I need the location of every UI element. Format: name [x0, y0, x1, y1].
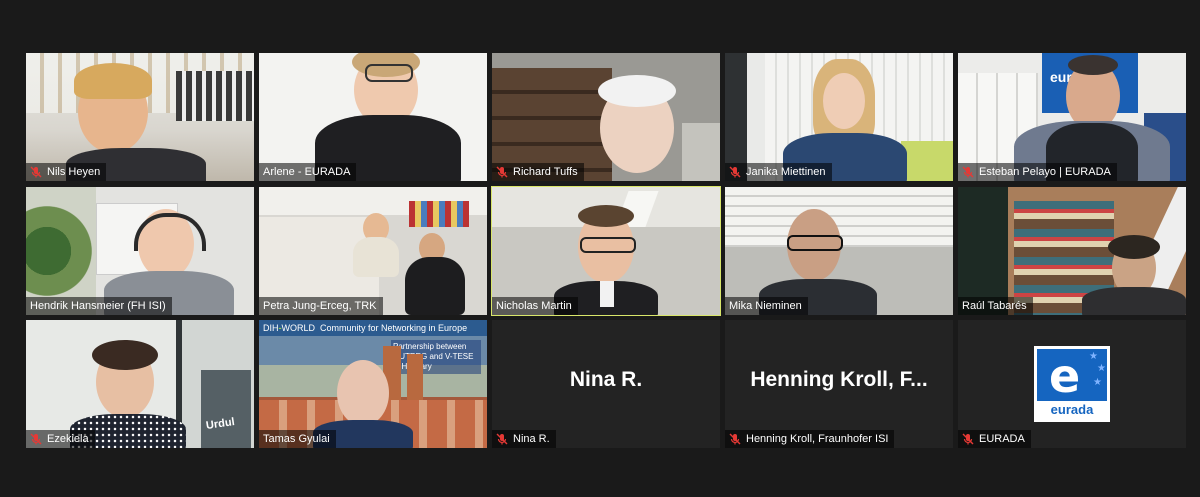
participant-name-label: Ezekiela	[26, 430, 95, 448]
eurada-logo: e ★ ★ ★ eurada	[1034, 346, 1110, 422]
video-tile-richard-tuffs[interactable]: Richard Tuffs	[492, 53, 720, 181]
participant-name-label: Raúl Tabarés	[958, 297, 1033, 315]
video-tile-mika-nieminen[interactable]: Mika Nieminen	[725, 187, 953, 315]
muted-microphone-icon	[962, 166, 974, 178]
gallery-grid: Nils Heyen Arlene - EURADA Richard Tuffs	[26, 53, 1186, 448]
eurada-logo-text: eurada	[1050, 402, 1094, 417]
video-tile-eurada[interactable]: e ★ ★ ★ eurada EURADA	[958, 320, 1186, 448]
video-feed: DIH-WORLD Community for Networking in Eu…	[259, 320, 487, 448]
participant-name-label: Henning Kroll, Fraunhofer ISI	[725, 430, 895, 448]
muted-microphone-icon	[30, 433, 42, 445]
video-feed	[259, 53, 487, 181]
video-tile-hendrik-hansmeier[interactable]: Hendrik Hansmeier (FH ISI)	[26, 187, 254, 315]
video-tile-arlene[interactable]: Arlene - EURADA	[259, 53, 487, 181]
participant-name-label: Tamas Gyulai	[259, 430, 336, 448]
video-feed	[492, 187, 720, 315]
video-tile-henning-kroll[interactable]: Henning Kroll, F... Henning Kroll, Fraun…	[725, 320, 953, 448]
muted-microphone-icon	[962, 433, 974, 445]
participant-name-label: Nina R.	[492, 430, 556, 448]
video-tile-nicholas-martin-active-speaker[interactable]: Nicholas Martin	[491, 186, 721, 316]
video-feed	[725, 53, 953, 181]
video-tile-esteban-pelayo[interactable]: eurada Esteban Pelayo | EURADA	[958, 53, 1186, 181]
dih-world-banner: DIH-WORLD Community for Networking in Eu…	[259, 320, 487, 336]
video-off-display-name: Nina R.	[569, 368, 643, 391]
eurada-logo-mark: e ★ ★ ★	[1037, 349, 1107, 401]
participant-name-label: Hendrik Hansmeier (FH ISI)	[26, 297, 172, 315]
video-tile-tamas-gyulai[interactable]: DIH-WORLD Community for Networking in Eu…	[259, 320, 487, 448]
muted-microphone-icon	[496, 166, 508, 178]
video-feed: Urdul	[26, 320, 254, 448]
participant-name-label: EURADA	[958, 430, 1031, 448]
muted-microphone-icon	[30, 166, 42, 178]
participant-name-label: Petra Jung-Erceg, TRK	[259, 297, 383, 315]
video-feed	[26, 187, 254, 315]
muted-microphone-icon	[729, 166, 741, 178]
video-tile-raul-tabares[interactable]: Raúl Tabarés	[958, 187, 1186, 315]
video-tile-janika-miettinen[interactable]: Janika Miettinen	[725, 53, 953, 181]
video-feed	[958, 187, 1186, 315]
background-overlay-text: Partnership between OUTREG and V-TESE in…	[391, 340, 481, 374]
muted-microphone-icon	[496, 433, 508, 445]
video-feed	[725, 187, 953, 315]
participant-name-label: Arlene - EURADA	[259, 163, 357, 181]
video-tile-ezekiela[interactable]: Urdul Ezekiela	[26, 320, 254, 448]
video-tile-petra-jung-erceg[interactable]: Petra Jung-Erceg, TRK	[259, 187, 487, 315]
video-feed	[492, 53, 720, 181]
video-tile-nina-r[interactable]: Nina R. Nina R.	[492, 320, 720, 448]
participant-name-label: Nicholas Martin	[492, 297, 578, 315]
video-feed	[259, 187, 487, 315]
video-tile-nils-heyen[interactable]: Nils Heyen	[26, 53, 254, 181]
participant-name-label: Esteban Pelayo | EURADA	[958, 163, 1117, 181]
video-off-display-name: Henning Kroll, F...	[750, 368, 928, 391]
video-feed: eurada	[958, 53, 1186, 181]
participant-name-label: Mika Nieminen	[725, 297, 808, 315]
muted-microphone-icon	[729, 433, 741, 445]
video-feed	[26, 53, 254, 181]
participant-name-label: Janika Miettinen	[725, 163, 832, 181]
participant-name-label: Richard Tuffs	[492, 163, 584, 181]
participant-name-label: Nils Heyen	[26, 163, 107, 181]
